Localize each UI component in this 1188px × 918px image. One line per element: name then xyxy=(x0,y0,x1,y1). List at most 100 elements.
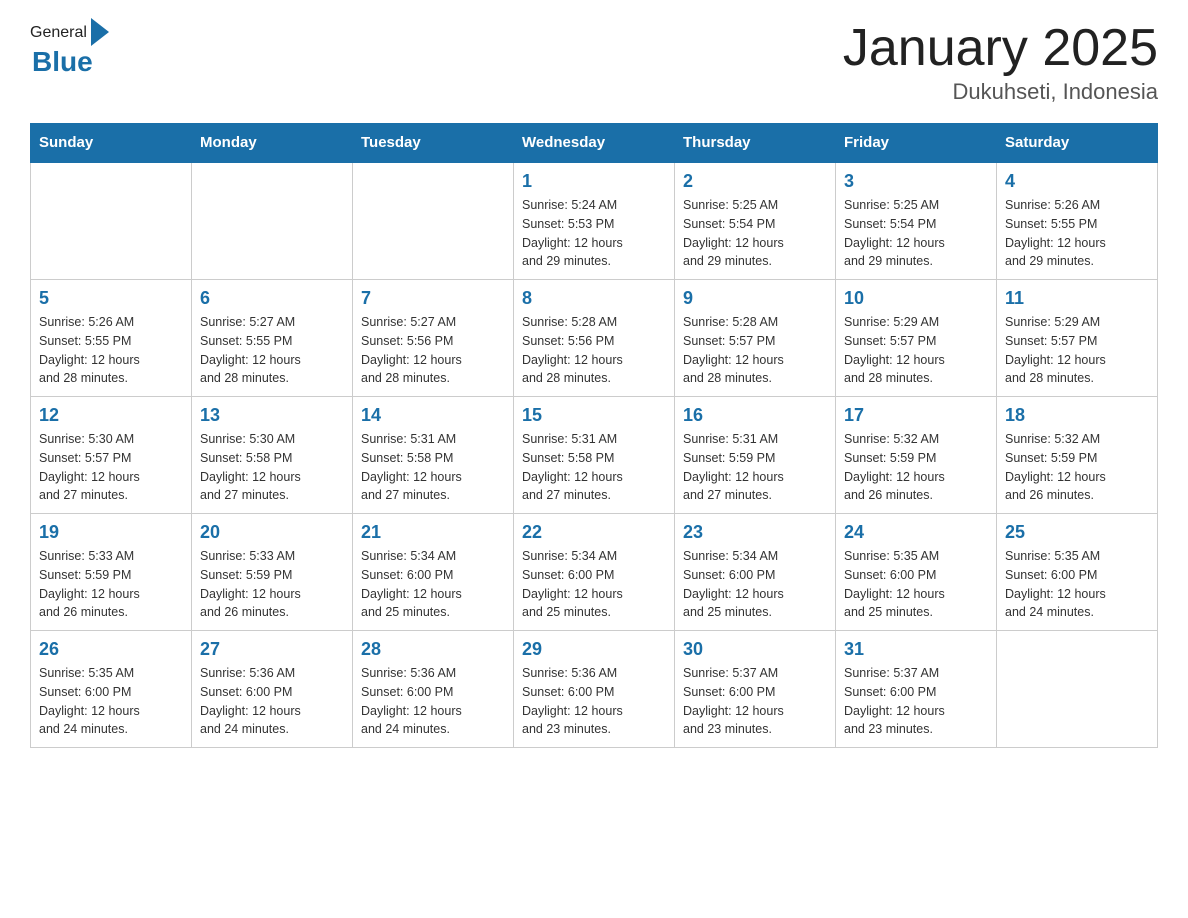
day-number: 7 xyxy=(361,288,505,309)
day-info: Sunrise: 5:36 AM Sunset: 6:00 PM Dayligh… xyxy=(361,664,505,739)
calendar-cell: 27Sunrise: 5:36 AM Sunset: 6:00 PM Dayli… xyxy=(192,631,353,748)
day-info: Sunrise: 5:29 AM Sunset: 5:57 PM Dayligh… xyxy=(844,313,988,388)
day-number: 29 xyxy=(522,639,666,660)
calendar-cell: 31Sunrise: 5:37 AM Sunset: 6:00 PM Dayli… xyxy=(836,631,997,748)
day-info: Sunrise: 5:27 AM Sunset: 5:56 PM Dayligh… xyxy=(361,313,505,388)
day-number: 13 xyxy=(200,405,344,426)
day-info: Sunrise: 5:28 AM Sunset: 5:56 PM Dayligh… xyxy=(522,313,666,388)
day-number: 9 xyxy=(683,288,827,309)
day-info: Sunrise: 5:25 AM Sunset: 5:54 PM Dayligh… xyxy=(683,196,827,271)
day-number: 26 xyxy=(39,639,183,660)
calendar-cell: 19 Sunrise: 5:33 AM Sunset: 5:59 PM Dayli… xyxy=(31,514,192,631)
calendar-cell: 14Sunrise: 5:31 AM Sunset: 5:58 PM Dayli… xyxy=(353,397,514,514)
day-number: 8 xyxy=(522,288,666,309)
day-info: Sunrise: 5:31 AM Sunset: 5:58 PM Dayligh… xyxy=(361,430,505,505)
day-number: 31 xyxy=(844,639,988,660)
day-number: 15 xyxy=(522,405,666,426)
calendar-cell: 13 Sunrise: 5:30 AM Sunset: 5:58 PM Dayli… xyxy=(192,397,353,514)
calendar-cell: 18 Sunrise: 5:32 AM Sunset: 5:59 PM Dayli… xyxy=(997,397,1158,514)
day-number: 11 xyxy=(1005,288,1149,309)
day-number: 4 xyxy=(1005,171,1149,192)
day-info: Sunrise: 5:26 AM Sunset: 5:55 PM Dayligh… xyxy=(1005,196,1149,271)
day-info: Sunrise: 5:35 AM Sunset: 6:00 PM Dayligh… xyxy=(1005,547,1149,622)
day-info: Sunrise: 5:32 AM Sunset: 5:59 PM Dayligh… xyxy=(844,430,988,505)
logo-arrow-icon xyxy=(91,18,109,46)
calendar-cell: 1 Sunrise: 5:24 AM Sunset: 5:53 PM Daylig… xyxy=(514,162,675,280)
day-info: Sunrise: 5:30 AM Sunset: 5:58 PM Dayligh… xyxy=(200,430,344,505)
calendar-cell: 25 Sunrise: 5:35 AM Sunset: 6:00 PM Dayli… xyxy=(997,514,1158,631)
days-header-row: SundayMondayTuesdayWednesdayThursdayFrid… xyxy=(31,124,1158,163)
day-info: Sunrise: 5:33 AM Sunset: 5:59 PM Dayligh… xyxy=(200,547,344,622)
page-header: General Blue January 2025 Dukuhseti, Ind… xyxy=(30,20,1158,105)
day-number: 30 xyxy=(683,639,827,660)
day-number: 23 xyxy=(683,522,827,543)
day-number: 3 xyxy=(844,171,988,192)
day-info: Sunrise: 5:24 AM Sunset: 5:53 PM Dayligh… xyxy=(522,196,666,271)
week-row-2: 5Sunrise: 5:26 AM Sunset: 5:55 PM Daylig… xyxy=(31,280,1158,397)
day-number: 2 xyxy=(683,171,827,192)
calendar-cell: 26Sunrise: 5:35 AM Sunset: 6:00 PM Dayli… xyxy=(31,631,192,748)
title-block: January 2025 Dukuhseti, Indonesia xyxy=(843,20,1158,105)
calendar-cell: 16Sunrise: 5:31 AM Sunset: 5:59 PM Dayli… xyxy=(675,397,836,514)
day-number: 25 xyxy=(1005,522,1149,543)
day-info: Sunrise: 5:27 AM Sunset: 5:55 PM Dayligh… xyxy=(200,313,344,388)
calendar-cell: 20 Sunrise: 5:33 AM Sunset: 5:59 PM Dayli… xyxy=(192,514,353,631)
logo: General Blue xyxy=(30,20,109,78)
day-info: Sunrise: 5:35 AM Sunset: 6:00 PM Dayligh… xyxy=(844,547,988,622)
day-info: Sunrise: 5:37 AM Sunset: 6:00 PM Dayligh… xyxy=(683,664,827,739)
day-info: Sunrise: 5:36 AM Sunset: 6:00 PM Dayligh… xyxy=(522,664,666,739)
day-info: Sunrise: 5:29 AM Sunset: 5:57 PM Dayligh… xyxy=(1005,313,1149,388)
calendar-cell: 5Sunrise: 5:26 AM Sunset: 5:55 PM Daylig… xyxy=(31,280,192,397)
calendar-cell: 10 Sunrise: 5:29 AM Sunset: 5:57 PM Dayli… xyxy=(836,280,997,397)
calendar-cell: 6Sunrise: 5:27 AM Sunset: 5:55 PM Daylig… xyxy=(192,280,353,397)
calendar-cell xyxy=(353,162,514,280)
week-row-5: 26Sunrise: 5:35 AM Sunset: 6:00 PM Dayli… xyxy=(31,631,1158,748)
calendar-cell: 21 Sunrise: 5:34 AM Sunset: 6:00 PM Dayli… xyxy=(353,514,514,631)
calendar-cell: 24 Sunrise: 5:35 AM Sunset: 6:00 PM Dayli… xyxy=(836,514,997,631)
day-info: Sunrise: 5:33 AM Sunset: 5:59 PM Dayligh… xyxy=(39,547,183,622)
day-number: 21 xyxy=(361,522,505,543)
week-row-1: 1 Sunrise: 5:24 AM Sunset: 5:53 PM Daylig… xyxy=(31,162,1158,280)
day-info: Sunrise: 5:31 AM Sunset: 5:58 PM Dayligh… xyxy=(522,430,666,505)
calendar-cell: 15 Sunrise: 5:31 AM Sunset: 5:58 PM Dayli… xyxy=(514,397,675,514)
day-info: Sunrise: 5:25 AM Sunset: 5:54 PM Dayligh… xyxy=(844,196,988,271)
day-number: 1 xyxy=(522,171,666,192)
calendar-cell: 17Sunrise: 5:32 AM Sunset: 5:59 PM Dayli… xyxy=(836,397,997,514)
day-info: Sunrise: 5:34 AM Sunset: 6:00 PM Dayligh… xyxy=(683,547,827,622)
calendar-cell: 22Sunrise: 5:34 AM Sunset: 6:00 PM Dayli… xyxy=(514,514,675,631)
calendar-cell xyxy=(997,631,1158,748)
day-number: 20 xyxy=(200,522,344,543)
day-info: Sunrise: 5:30 AM Sunset: 5:57 PM Dayligh… xyxy=(39,430,183,505)
day-number: 19 xyxy=(39,522,183,543)
day-info: Sunrise: 5:32 AM Sunset: 5:59 PM Dayligh… xyxy=(1005,430,1149,505)
day-number: 18 xyxy=(1005,405,1149,426)
day-header-sunday: Sunday xyxy=(31,124,192,163)
calendar-cell: 4 Sunrise: 5:26 AM Sunset: 5:55 PM Daylig… xyxy=(997,162,1158,280)
calendar-cell: 2 Sunrise: 5:25 AM Sunset: 5:54 PM Daylig… xyxy=(675,162,836,280)
day-number: 12 xyxy=(39,405,183,426)
day-header-tuesday: Tuesday xyxy=(353,124,514,163)
day-header-friday: Friday xyxy=(836,124,997,163)
logo-blue-text: Blue xyxy=(32,46,93,78)
calendar-title: January 2025 xyxy=(843,20,1158,77)
week-row-3: 12 Sunrise: 5:30 AM Sunset: 5:57 PM Dayli… xyxy=(31,397,1158,514)
day-number: 10 xyxy=(844,288,988,309)
calendar-cell: 29 Sunrise: 5:36 AM Sunset: 6:00 PM Dayli… xyxy=(514,631,675,748)
day-header-monday: Monday xyxy=(192,124,353,163)
day-info: Sunrise: 5:31 AM Sunset: 5:59 PM Dayligh… xyxy=(683,430,827,505)
calendar-cell: 9Sunrise: 5:28 AM Sunset: 5:57 PM Daylig… xyxy=(675,280,836,397)
day-info: Sunrise: 5:34 AM Sunset: 6:00 PM Dayligh… xyxy=(361,547,505,622)
calendar-cell: 8 Sunrise: 5:28 AM Sunset: 5:56 PM Daylig… xyxy=(514,280,675,397)
day-info: Sunrise: 5:34 AM Sunset: 6:00 PM Dayligh… xyxy=(522,547,666,622)
calendar-subtitle: Dukuhseti, Indonesia xyxy=(843,79,1158,105)
calendar-table: SundayMondayTuesdayWednesdayThursdayFrid… xyxy=(30,123,1158,748)
week-row-4: 19 Sunrise: 5:33 AM Sunset: 5:59 PM Dayli… xyxy=(31,514,1158,631)
day-header-saturday: Saturday xyxy=(997,124,1158,163)
day-info: Sunrise: 5:26 AM Sunset: 5:55 PM Dayligh… xyxy=(39,313,183,388)
logo-general-text: General xyxy=(30,24,87,42)
calendar-cell: 23 Sunrise: 5:34 AM Sunset: 6:00 PM Dayli… xyxy=(675,514,836,631)
calendar-cell xyxy=(192,162,353,280)
calendar-cell: 3 Sunrise: 5:25 AM Sunset: 5:54 PM Daylig… xyxy=(836,162,997,280)
day-number: 24 xyxy=(844,522,988,543)
calendar-cell: 12 Sunrise: 5:30 AM Sunset: 5:57 PM Dayli… xyxy=(31,397,192,514)
